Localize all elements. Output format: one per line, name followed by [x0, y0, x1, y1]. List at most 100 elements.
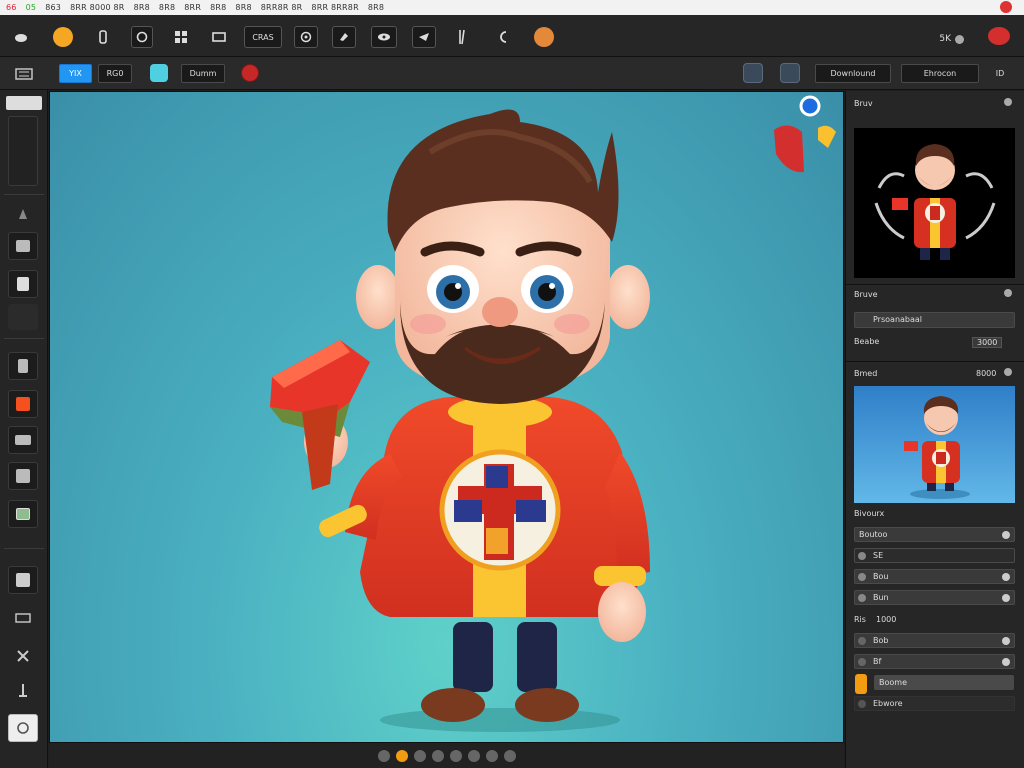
toggle-knob[interactable] — [1002, 658, 1010, 666]
globe-icon[interactable] — [743, 63, 763, 83]
history-thumbnail[interactable] — [854, 386, 1015, 503]
adjust-row-label: Bun — [873, 593, 889, 602]
menu-item[interactable]: 8RR8R 8R — [261, 3, 303, 12]
download-button[interactable]: Downlound — [815, 64, 891, 83]
row-icon — [858, 658, 866, 666]
guides-icon[interactable] — [467, 749, 480, 762]
row-icon — [858, 573, 866, 581]
preset-label: Dumm — [189, 69, 217, 78]
warp-tool-icon[interactable] — [8, 642, 38, 670]
share-icon[interactable] — [780, 63, 800, 83]
extra-button[interactable]: ID — [988, 64, 1012, 83]
toggle-knob[interactable] — [1002, 573, 1010, 581]
adjust-tool-icon[interactable] — [8, 604, 38, 632]
canvas-area[interactable] — [49, 91, 844, 743]
menu-item[interactable]: 8R8 — [159, 3, 175, 12]
blend-value[interactable]: 3000 — [972, 337, 1003, 348]
export-button[interactable]: Ehrocon — [901, 64, 979, 83]
menu-item[interactable]: 66 — [6, 3, 17, 12]
menu-item[interactable]: 05 — [26, 3, 37, 12]
color-picker-button[interactable] — [53, 27, 73, 47]
row-icon — [858, 637, 866, 645]
app-status-icon[interactable] — [1000, 1, 1012, 13]
divider — [846, 284, 1024, 285]
rulers-icon[interactable] — [449, 749, 462, 762]
adjust-row[interactable]: Bun — [854, 590, 1015, 605]
adjust-row-label: Boutoo — [859, 530, 888, 539]
shape-tool-icon[interactable] — [8, 566, 38, 594]
move-tool-icon[interactable] — [8, 200, 38, 228]
snap-icon[interactable] — [485, 749, 498, 762]
options-icon[interactable] — [10, 64, 38, 83]
next-icon[interactable] — [503, 749, 516, 762]
opacity-field[interactable]: Prsoanabaal — [854, 312, 1015, 328]
adjust-row[interactable]: Bou — [854, 569, 1015, 584]
toggle-knob[interactable] — [1002, 531, 1010, 539]
menu-item[interactable]: 8R8 — [235, 3, 251, 12]
target-icon[interactable] — [294, 26, 318, 48]
fit-icon[interactable] — [413, 749, 426, 762]
record-icon[interactable] — [241, 64, 259, 82]
menu-item[interactable]: 8R8 — [210, 3, 226, 12]
gradient-tool-icon[interactable] — [8, 426, 38, 454]
lasso-tool-icon[interactable] — [8, 270, 38, 298]
adjust-row-label: Bob — [873, 636, 889, 645]
select-tool-icon[interactable] — [8, 232, 38, 260]
filter-button[interactable] — [534, 27, 554, 47]
toggle-knob[interactable] — [1002, 594, 1010, 602]
mode-button[interactable]: YIX — [59, 64, 92, 83]
eye-icon[interactable] — [371, 26, 397, 48]
history-menu-icon[interactable] — [1004, 368, 1012, 376]
zoom-tool-icon[interactable] — [8, 714, 38, 742]
text-tool-icon[interactable] — [493, 26, 513, 48]
stamp-tool-icon[interactable] — [8, 352, 38, 380]
compare-button[interactable]: CRAS — [244, 26, 282, 48]
row-icon — [858, 700, 866, 708]
size-button[interactable]: RG0 — [98, 64, 132, 83]
preset-dropdown[interactable]: Dumm — [181, 64, 225, 83]
extra-label: ID — [995, 69, 1005, 78]
transform-icon[interactable] — [412, 26, 436, 48]
zoom-indicator[interactable]: 5K — [939, 34, 964, 44]
toggle-knob[interactable] — [1002, 637, 1010, 645]
adjust-row[interactable]: SE — [854, 548, 1015, 563]
grid-toggle-icon[interactable] — [431, 749, 444, 762]
adjust-row[interactable]: Bf — [854, 654, 1015, 669]
grid-icon[interactable] — [170, 26, 192, 48]
zoom-label: 5K — [939, 34, 951, 44]
pen-tool-icon[interactable] — [452, 26, 472, 48]
adjust-row[interactable]: Boome — [874, 675, 1014, 690]
export-label: Ehrocon — [923, 69, 957, 78]
adjust-row-label: Bou — [873, 572, 889, 581]
menu-item[interactable]: 8R8 — [368, 3, 384, 12]
menu-item[interactable]: 8RR — [184, 3, 201, 12]
history-title: Bmed — [854, 369, 878, 378]
color-indicator[interactable] — [395, 749, 408, 762]
cloud-icon[interactable] — [10, 26, 32, 48]
history-character-icon — [904, 396, 970, 499]
layers-icon[interactable] — [131, 26, 153, 48]
navigator-menu-icon[interactable] — [1004, 98, 1012, 106]
navigator-thumbnail[interactable] — [854, 128, 1015, 278]
account-icon[interactable] — [988, 27, 1010, 45]
menu-item[interactable]: 8RR 8000 8R — [70, 3, 125, 12]
brush-icon[interactable] — [92, 26, 114, 48]
fill-tool-icon[interactable] — [8, 390, 38, 418]
menu-item[interactable]: 863 — [45, 3, 61, 12]
color-swatch[interactable] — [150, 64, 168, 82]
hand-tool-icon[interactable] — [8, 676, 38, 704]
image-tool-icon[interactable] — [8, 500, 38, 528]
adjust-row[interactable]: Bob — [854, 633, 1015, 648]
tool-preset-bar[interactable] — [6, 96, 42, 110]
menu-item[interactable]: 8RR 8RR8R — [311, 3, 358, 12]
download-label: Downlound — [830, 69, 876, 78]
adjust-row[interactable]: Boutoo — [854, 527, 1015, 542]
layers-menu-icon[interactable] — [1004, 289, 1012, 297]
smudge-tool-icon[interactable] — [8, 462, 38, 490]
orange-swatch[interactable] — [855, 674, 867, 694]
prev-icon[interactable] — [377, 749, 390, 762]
menu-item[interactable]: 8R8 — [134, 3, 150, 12]
crop-icon[interactable] — [208, 26, 230, 48]
adjust-row[interactable]: Ebwore — [854, 696, 1015, 711]
eraser-icon[interactable] — [332, 26, 356, 48]
